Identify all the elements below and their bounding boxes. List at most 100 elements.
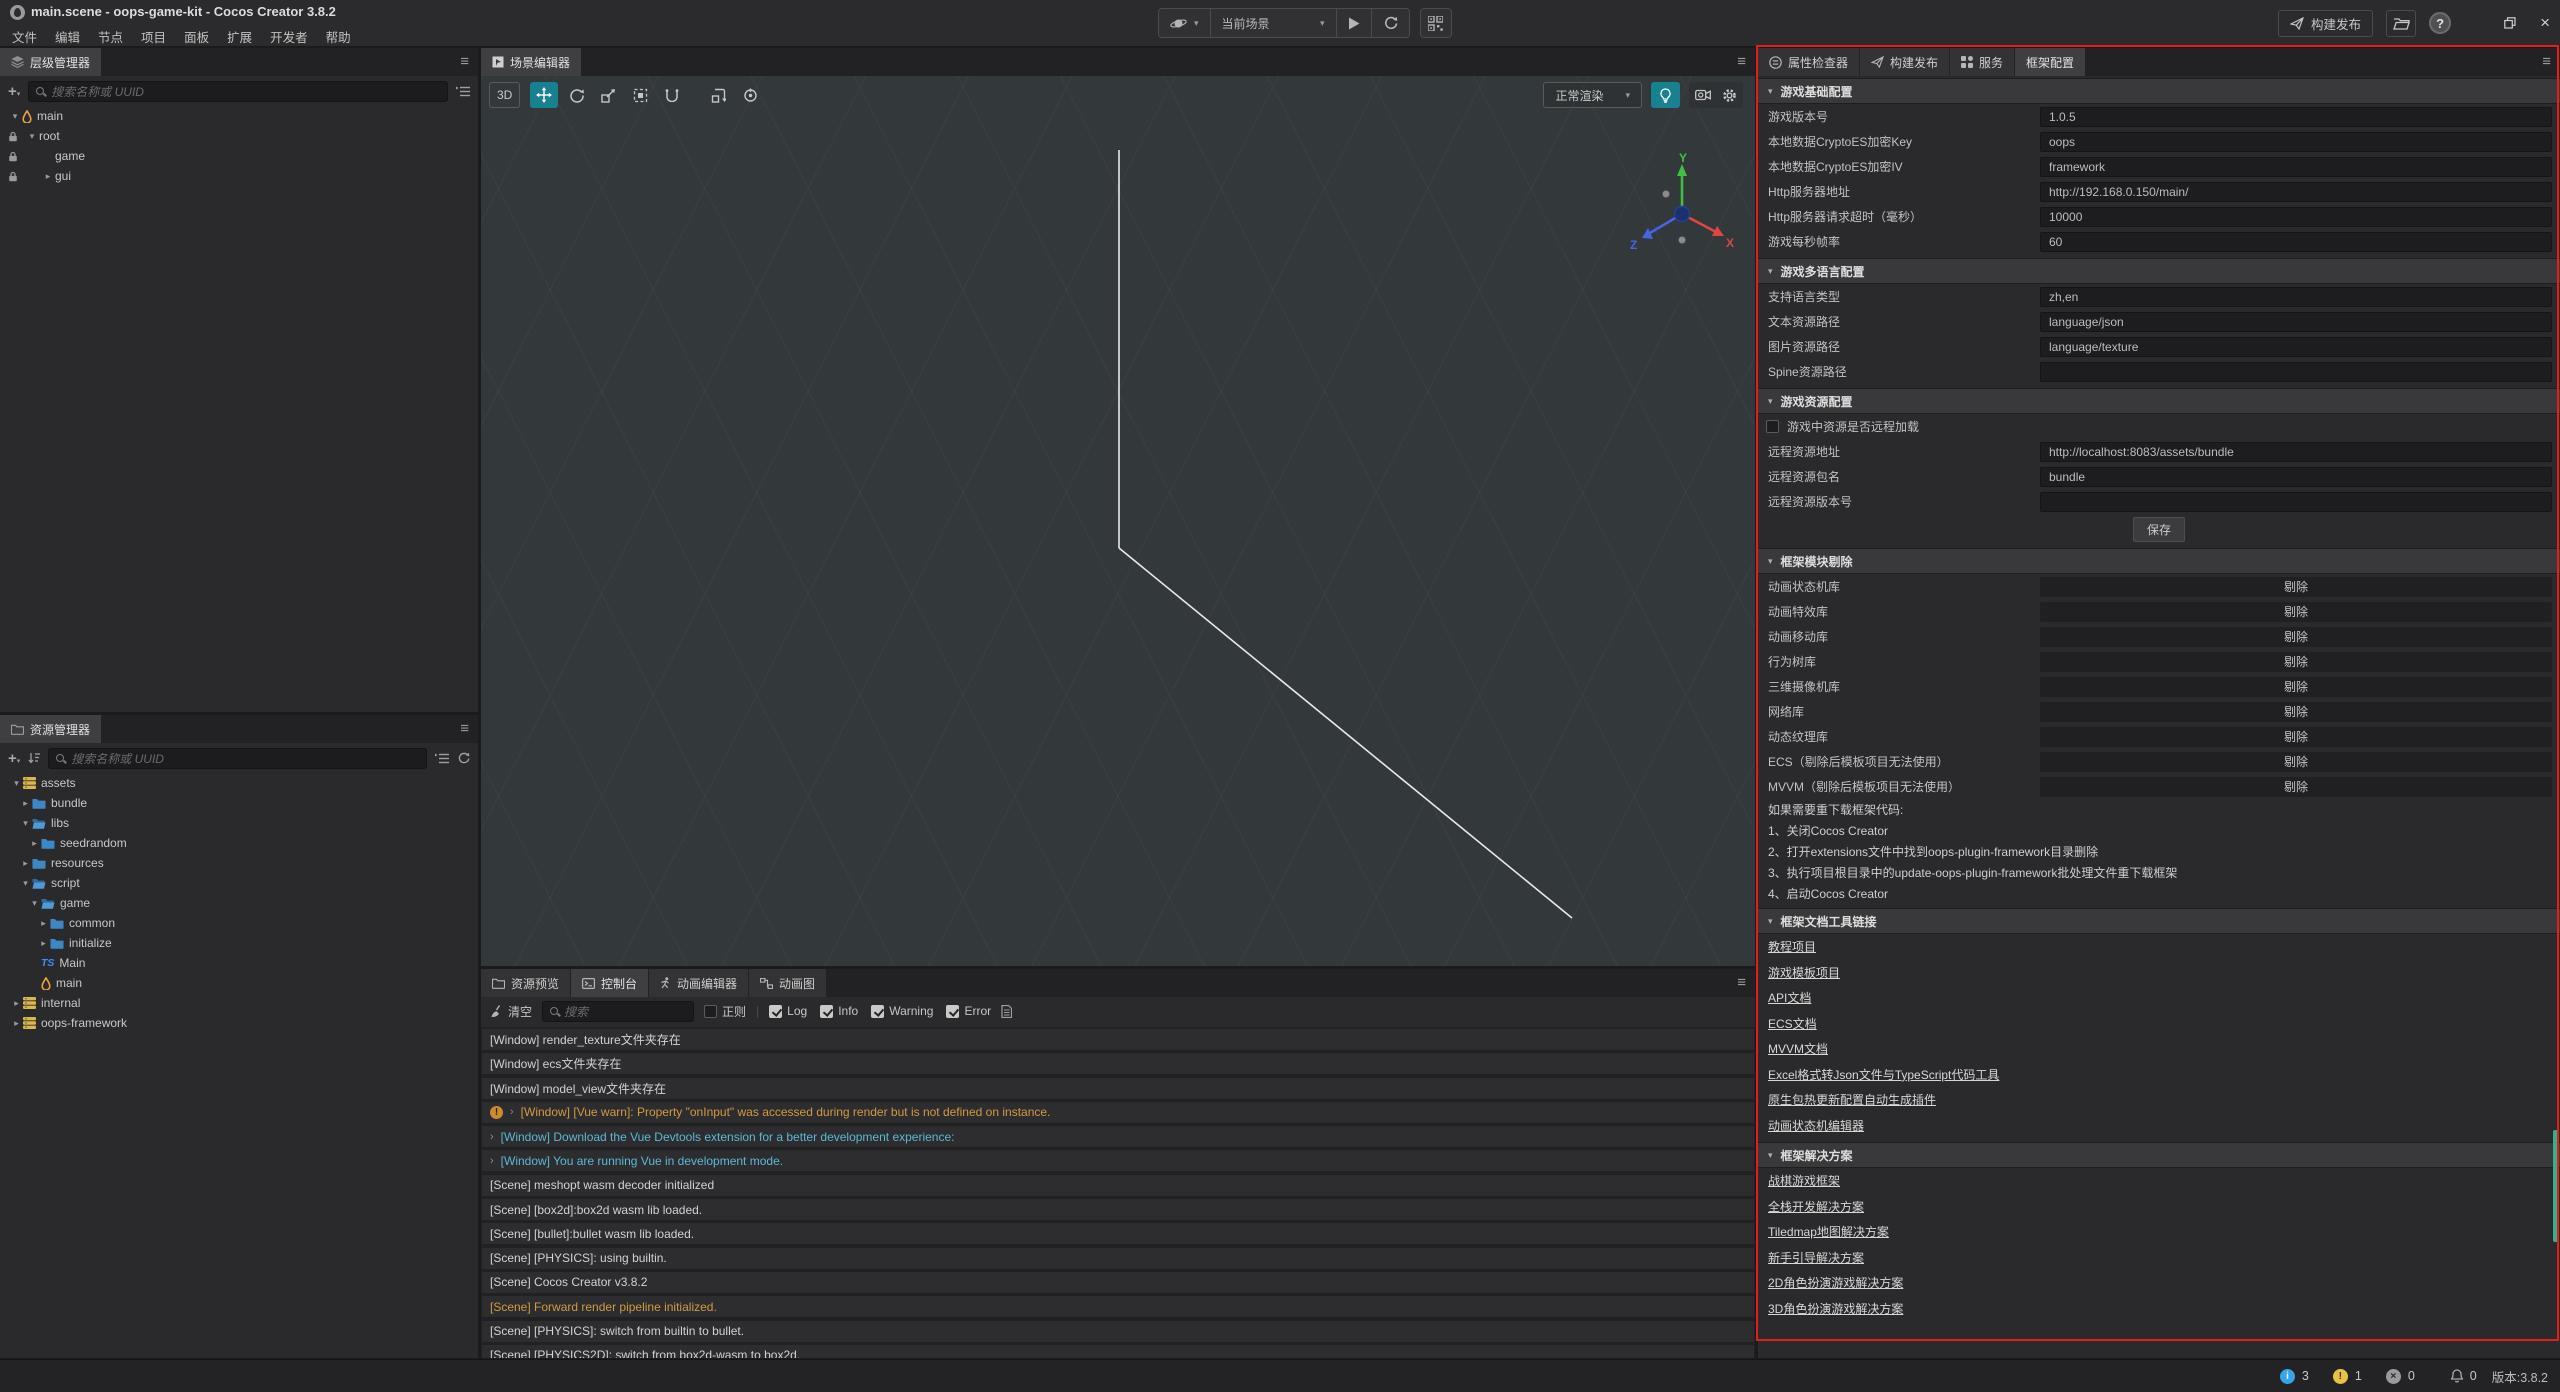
log-row[interactable]: [Scene] Cocos Creator v3.8.2 xyxy=(482,1272,1754,1293)
chevron-down-icon[interactable]: ▾ xyxy=(28,898,41,909)
menu-item[interactable]: 帮助 xyxy=(317,23,360,50)
doc-link[interactable]: 全栈开发解决方案 xyxy=(1768,1198,1864,1215)
chevron-down-icon[interactable]: ▾ xyxy=(8,111,22,122)
log-row[interactable]: [Window] render_texture文件夹存在 xyxy=(482,1029,1754,1050)
tab-框架配置[interactable]: 框架配置 xyxy=(2015,48,2085,76)
tree-node[interactable]: ▸seedrandom xyxy=(0,833,478,853)
hierarchy-search-input[interactable]: 搜索名称或 UUID xyxy=(28,81,448,102)
filter-log-checkbox[interactable]: Log xyxy=(769,1004,807,1018)
tab-资源预览[interactable]: 资源预览 xyxy=(481,969,570,997)
doc-link[interactable]: Tiledmap地图解决方案 xyxy=(1768,1223,1889,1240)
doc-link[interactable]: 战棋游戏框架 xyxy=(1768,1172,1840,1189)
section-header[interactable]: ▾游戏资源配置 xyxy=(1758,388,2560,414)
log-row[interactable]: ›[Window] You are running Vue in develop… xyxy=(482,1150,1754,1171)
tree-node[interactable]: ▸internal xyxy=(0,993,478,1013)
build-publish-button[interactable]: 构建发布 xyxy=(2278,10,2373,37)
delete-button[interactable]: 剔除 xyxy=(2040,777,2552,797)
filter-icon[interactable] xyxy=(456,86,470,97)
filter-icon[interactable] xyxy=(435,753,449,764)
gizmo-2d-tool-button[interactable] xyxy=(658,82,686,108)
log-row[interactable]: [Scene] [PHYSICS]: switch from builtin t… xyxy=(482,1321,1754,1342)
panel-menu-icon[interactable]: ≡ xyxy=(460,720,469,737)
field-input[interactable] xyxy=(2040,492,2552,512)
tab-属性检查器[interactable]: 属性检查器 xyxy=(1758,48,1859,76)
open-project-folder-button[interactable] xyxy=(2386,10,2416,37)
chevron-right-icon[interactable]: ▸ xyxy=(19,858,32,869)
log-file-icon[interactable] xyxy=(1001,1005,1012,1018)
menu-item[interactable]: 节点 xyxy=(89,23,132,50)
scale-tool-button[interactable] xyxy=(594,82,622,108)
doc-link[interactable]: ECS文档 xyxy=(1768,1015,1817,1032)
tree-node[interactable]: ▾main xyxy=(0,106,478,126)
close-button[interactable]: × xyxy=(2540,18,2550,28)
tab-控制台[interactable]: 控制台 xyxy=(571,969,648,997)
add-asset-button[interactable]: +▾ xyxy=(8,750,20,767)
info-count-icon[interactable]: i xyxy=(2280,1369,2295,1384)
axis-gizmo[interactable]: Y X Z xyxy=(1622,152,1742,272)
doc-link[interactable]: 3D角色扮演游戏解决方案 xyxy=(1768,1300,1903,1317)
chevron-right-icon[interactable]: ▸ xyxy=(37,938,50,949)
log-row[interactable]: [Scene] [box2d]:box2d wasm lib loaded. xyxy=(482,1199,1754,1220)
tree-node[interactable]: ▾script xyxy=(0,873,478,893)
field-input[interactable] xyxy=(2040,362,2552,382)
tab-assets[interactable]: 资源管理器 xyxy=(0,715,101,743)
3d-mode-button[interactable]: 3D xyxy=(489,82,520,108)
add-node-button[interactable]: +▾ xyxy=(8,83,20,100)
field-input[interactable]: language/json xyxy=(2040,312,2552,332)
delete-button[interactable]: 剔除 xyxy=(2040,627,2552,647)
expand-icon[interactable]: › xyxy=(490,1131,494,1143)
sort-icon[interactable] xyxy=(28,752,40,764)
assets-search-input[interactable]: 搜索名称或 UUID xyxy=(48,748,427,769)
tree-node[interactable]: ▸oops-framework xyxy=(0,1013,478,1033)
scene-select[interactable]: 当前场景 ▾ xyxy=(1211,9,1337,37)
chevron-right-icon[interactable]: ▸ xyxy=(28,838,41,849)
console-search-input[interactable]: 搜索 xyxy=(542,1001,694,1022)
chevron-down-icon[interactable]: ▾ xyxy=(25,131,39,142)
field-input[interactable]: zh,en xyxy=(2040,287,2552,307)
tree-node[interactable]: ▸resources xyxy=(0,853,478,873)
regex-checkbox[interactable]: 正则 xyxy=(704,1003,746,1020)
restart-button[interactable] xyxy=(1372,9,1409,37)
tree-node[interactable]: ▸common xyxy=(0,913,478,933)
doc-link[interactable]: MVVM文档 xyxy=(1768,1040,1828,1057)
section-header[interactable]: ▾框架解决方案 xyxy=(1758,1142,2560,1168)
tree-node[interactable]: ▾root xyxy=(0,126,478,146)
log-row[interactable]: [Scene] [PHYSICS2D]: switch from box2d-w… xyxy=(482,1345,1754,1358)
clear-console-button[interactable]: 清空 xyxy=(490,1003,532,1020)
delete-button[interactable]: 剔除 xyxy=(2040,727,2552,747)
scene-viewport[interactable]: 3D 正常渲 xyxy=(481,76,1755,966)
doc-link[interactable]: API文档 xyxy=(1768,989,1811,1006)
filter-info-checkbox[interactable]: Info xyxy=(820,1004,858,1018)
expand-icon[interactable]: › xyxy=(490,1155,494,1167)
checkbox-icon[interactable] xyxy=(1766,420,1779,433)
tab-动画编辑器[interactable]: 动画编辑器 xyxy=(649,969,748,997)
field-input[interactable]: http://localhost:8083/assets/bundle xyxy=(2040,442,2552,462)
panel-menu-icon[interactable]: ≡ xyxy=(1737,53,1746,70)
doc-link[interactable]: 新手引导解决方案 xyxy=(1768,1249,1864,1266)
field-input[interactable]: 10000 xyxy=(2040,207,2552,227)
delete-button[interactable]: 剔除 xyxy=(2040,652,2552,672)
tab-服务[interactable]: 服务 xyxy=(1950,48,2014,76)
play-button[interactable] xyxy=(1337,9,1372,37)
tree-node[interactable]: ▸bundle xyxy=(0,793,478,813)
preview-qr-button[interactable] xyxy=(1420,8,1452,38)
scene-light-toggle[interactable] xyxy=(1651,82,1680,108)
chevron-right-icon[interactable]: ▸ xyxy=(10,998,23,1009)
local-space-toggle-button[interactable] xyxy=(704,82,732,108)
log-row[interactable]: !›[Window] [Vue warn]: Property "onInput… xyxy=(482,1102,1754,1123)
field-input[interactable]: 1.0.5 xyxy=(2040,107,2552,127)
menu-item[interactable]: 项目 xyxy=(132,23,175,50)
panel-menu-icon[interactable]: ≡ xyxy=(1737,974,1746,991)
tree-node[interactable]: TSMain xyxy=(0,953,478,973)
tree-node[interactable]: ▾assets xyxy=(0,773,478,793)
doc-link[interactable]: 教程项目 xyxy=(1768,938,1816,955)
pivot-toggle-button[interactable] xyxy=(736,82,764,108)
menu-item[interactable]: 扩展 xyxy=(218,23,261,50)
log-row[interactable]: ›[Window] Download the Vue Devtools exte… xyxy=(482,1126,1754,1147)
field-input[interactable]: bundle xyxy=(2040,467,2552,487)
error-count-icon[interactable]: × xyxy=(2386,1369,2401,1384)
tab-构建发布[interactable]: 构建发布 xyxy=(1860,48,1949,76)
menu-item[interactable]: 文件 xyxy=(3,23,46,50)
chevron-down-icon[interactable]: ▾ xyxy=(19,878,32,889)
chevron-right-icon[interactable]: ▸ xyxy=(10,1018,23,1029)
